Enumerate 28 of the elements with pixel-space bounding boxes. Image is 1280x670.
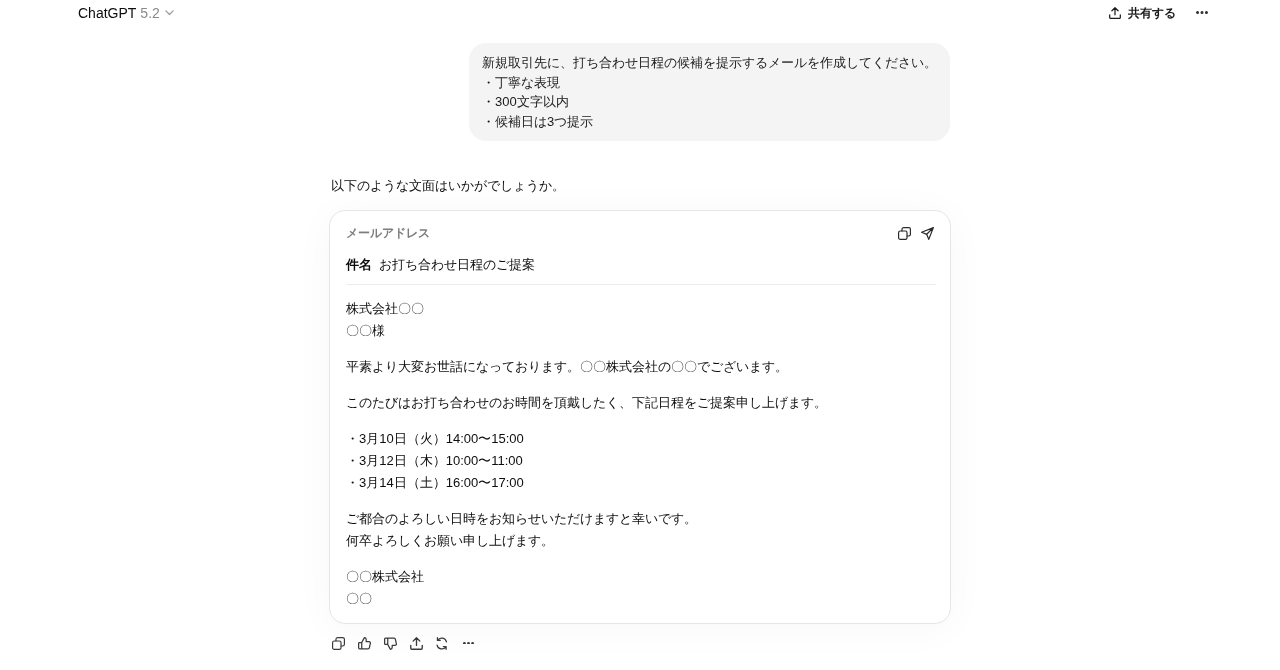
message-line: ・300文字以内 bbox=[482, 93, 569, 111]
email-body-line: 〇〇株式会社 bbox=[346, 568, 424, 586]
reply-text: 以下のような文面はいかがでしょうか。 bbox=[331, 177, 565, 195]
more-icon bbox=[1196, 11, 1208, 15]
subject-label: 件名 bbox=[346, 256, 372, 274]
email-body-line: 〇〇 bbox=[346, 590, 372, 608]
send-button[interactable] bbox=[919, 224, 936, 242]
email-body-line: 何卒よろしくお願い申し上げます。 bbox=[346, 532, 554, 550]
email-body-line: 〇〇様 bbox=[346, 322, 385, 340]
email-body-line: ・3月12日（木）10:00〜11:00 bbox=[346, 452, 523, 470]
message-line: 新規取引先に、打ち合わせ日程の候補を提示するメールを作成してください。 bbox=[482, 54, 937, 72]
email-address-label: メールアドレス bbox=[346, 224, 430, 242]
email-body-line: 株式会社〇〇 bbox=[346, 300, 424, 318]
email-body-line: 平素より大変お世話になっております。〇〇株式会社の〇〇でございます。 bbox=[346, 358, 788, 376]
email-body-line: ご都合のよろしい日時をお知らせいただけますと幸いです。 bbox=[346, 510, 697, 528]
model-selector-button[interactable]: ChatGPT 5.2 bbox=[78, 5, 174, 21]
share-icon bbox=[1109, 7, 1121, 19]
subject-text: お打ち合わせ日程のご提案 bbox=[379, 256, 535, 274]
chevron-down-icon bbox=[164, 10, 174, 16]
email-body-line: ・3月10日（火）14:00〜15:00 bbox=[346, 430, 524, 448]
copy-button[interactable] bbox=[896, 224, 913, 242]
share-button[interactable]: 共有する bbox=[1109, 4, 1176, 22]
email-body-line: このたびはお打ち合わせのお時間を頂戴したく、下記日程をご提案申し上げます。 bbox=[346, 394, 827, 412]
message-line: ・丁寧な表現 bbox=[482, 73, 560, 92]
send-icon bbox=[921, 226, 934, 240]
message-line: ・候補日は3つ提示 bbox=[482, 112, 594, 131]
email-body-line: ・3月14日（土）16:00〜17:00 bbox=[346, 474, 524, 492]
copy-icon bbox=[898, 226, 911, 240]
